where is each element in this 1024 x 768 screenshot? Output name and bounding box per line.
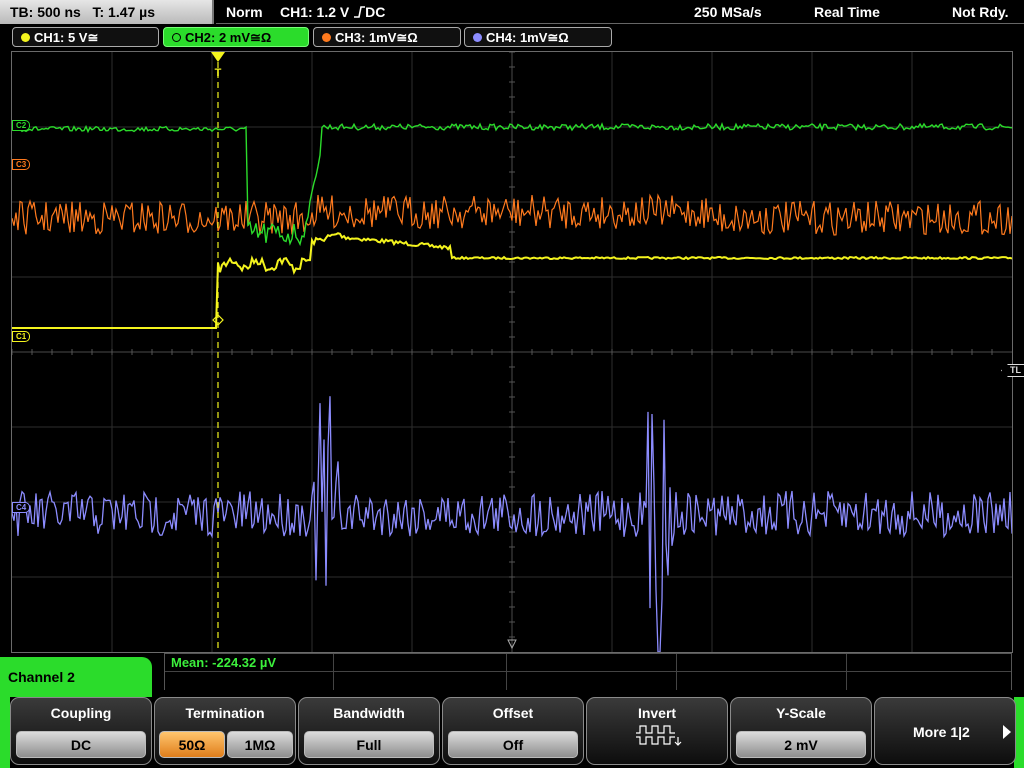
tab-ch2-label: CH2: 2 mV≅Ω: [185, 30, 272, 45]
ch2-color-dot: [172, 33, 181, 42]
measurement-row-divider: [165, 671, 1011, 672]
trigger-time-value: T: 1.47 µs: [92, 4, 156, 20]
more-softkey[interactable]: More 1|2: [874, 697, 1016, 765]
status-bar: Norm CH1: 1.2 V DC 250 MSa/s Real Time N…: [216, 0, 1024, 22]
more-label: More 1|2: [913, 724, 970, 740]
trigger-position-marker[interactable]: T: [211, 52, 225, 78]
yscale-title: Y-Scale: [776, 705, 826, 721]
coupling-title: Coupling: [50, 705, 112, 721]
termination-50ohm-option[interactable]: 50Ω: [159, 731, 225, 758]
bandwidth-softkey[interactable]: Bandwidth Full: [298, 697, 440, 765]
acquisition-mode[interactable]: Real Time: [814, 4, 880, 20]
measurement-divider: [506, 654, 507, 690]
tab-ch3[interactable]: CH3: 1mV≅Ω: [313, 27, 461, 47]
ch4-color-dot: [473, 33, 482, 42]
center-marker-icon: [507, 639, 517, 650]
sample-rate: 250 MSa/s: [694, 4, 762, 20]
invert-softkey[interactable]: Invert: [586, 697, 728, 765]
waveform-display[interactable]: T C2 C3 C1 C4 TL: [11, 51, 1024, 653]
coupling-softkey[interactable]: Coupling DC: [10, 697, 152, 765]
ch2-offset-marker[interactable]: C2: [12, 120, 31, 131]
offset-value[interactable]: Off: [448, 731, 578, 758]
measurement-bar: Mean: -224.32 µV: [164, 653, 1012, 691]
tab-ch1-label: CH1: 5 V≅: [34, 30, 99, 45]
tab-ch4[interactable]: CH4: 1mV≅Ω: [464, 27, 612, 47]
yscale-value[interactable]: 2 mV: [736, 731, 866, 758]
trigger-mode[interactable]: Norm: [226, 4, 263, 20]
ch1-waveform: [12, 232, 1012, 329]
waveform-traces: [12, 62, 1012, 652]
offset-title: Offset: [492, 705, 534, 721]
mean-measurement[interactable]: Mean: -224.32 µV: [171, 655, 276, 670]
trigger-source[interactable]: CH1: 1.2 V DC: [280, 4, 385, 20]
bandwidth-title: Bandwidth: [333, 705, 405, 721]
tab-ch4-label: CH4: 1mV≅Ω: [486, 30, 569, 45]
measurement-divider: [846, 654, 847, 690]
tab-ch2[interactable]: CH2: 2 mV≅Ω: [163, 27, 309, 47]
tab-ch1[interactable]: CH1: 5 V≅: [12, 27, 159, 47]
ch3-offset-marker[interactable]: C3: [12, 159, 31, 170]
tab-ch3-label: CH3: 1mV≅Ω: [335, 30, 418, 45]
menu-edge-left: [0, 697, 10, 768]
timebase-box[interactable]: TB: 500 ns T: 1.47 µs: [0, 0, 214, 24]
menu-title: Channel 2: [0, 657, 152, 697]
yscale-softkey[interactable]: Y-Scale 2 mV: [730, 697, 872, 765]
ch4-offset-marker[interactable]: C4: [12, 502, 31, 513]
status-divider: [216, 23, 1024, 24]
termination-title: Termination: [185, 705, 265, 721]
rising-edge-icon: [354, 6, 366, 18]
offset-softkey[interactable]: Offset Off: [442, 697, 584, 765]
coupling-value[interactable]: DC: [16, 731, 146, 758]
ch3-color-dot: [322, 33, 331, 42]
ch1-color-dot: [21, 33, 30, 42]
ch1-offset-marker[interactable]: C1: [12, 331, 31, 342]
measurement-divider: [676, 654, 677, 690]
trigger-position-label: T: [215, 67, 222, 78]
invert-title: Invert: [637, 705, 677, 721]
measurement-divider: [333, 654, 334, 690]
invert-waveform-icon: [636, 725, 682, 746]
ch4-waveform: [12, 396, 1012, 652]
chevron-right-icon: [1003, 725, 1011, 739]
timebase-value: TB: 500 ns: [10, 4, 81, 20]
ch3-waveform: [12, 193, 1012, 236]
ready-state: Not Rdy.: [952, 4, 1009, 20]
termination-1mohm-option[interactable]: 1MΩ: [227, 731, 293, 758]
termination-softkey[interactable]: Termination 50Ω 1MΩ: [154, 697, 296, 765]
bandwidth-value[interactable]: Full: [304, 731, 434, 758]
